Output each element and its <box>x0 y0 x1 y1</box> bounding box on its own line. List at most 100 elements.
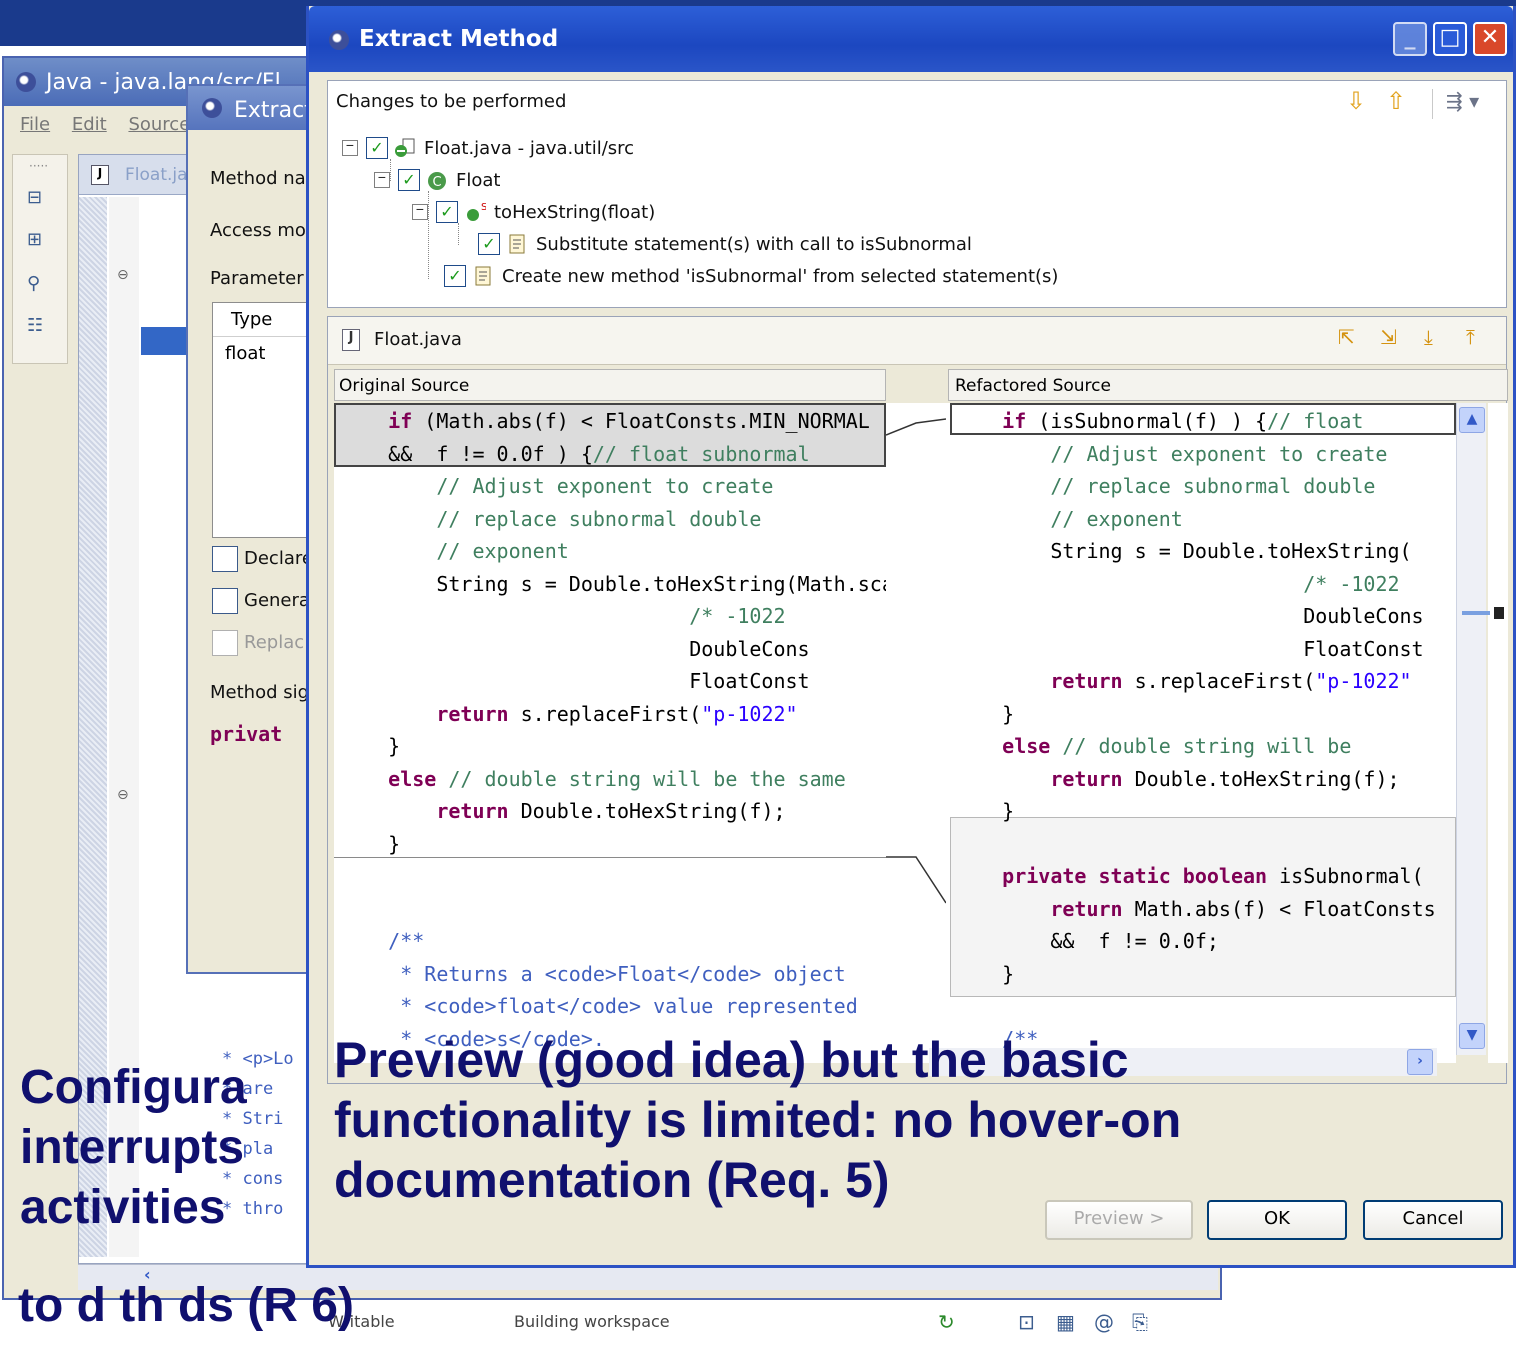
declare-label: Declare <box>244 548 313 569</box>
access-modifier-label: Access mo <box>210 220 306 241</box>
method-signature-preview: privat <box>210 722 283 746</box>
menu-source[interactable]: Source <box>128 114 190 135</box>
filter-changes-icon[interactable]: ⇶ ▾ <box>1446 89 1479 113</box>
copy-all-right-icon[interactable]: ⇲ <box>1380 325 1406 351</box>
text-change-icon <box>475 266 491 286</box>
class-icon: C <box>428 172 446 190</box>
tree-checkbox[interactable]: ✓ <box>366 137 388 159</box>
tree-item-label: Substitute statement(s) with call to isS… <box>536 233 972 255</box>
compare-header: J Float.java ⇱ ⇲ ⤓ ⤒ <box>328 317 1506 365</box>
tree-checkbox[interactable]: ✓ <box>478 233 500 255</box>
compare-pane: J Float.java ⇱ ⇲ ⤓ ⤒ Original Source Ref… <box>327 316 1508 1084</box>
tree-item-substitute[interactable]: ✓ Substitute statement(s) with call to i… <box>478 229 972 259</box>
copy-all-left-icon[interactable]: ⇱ <box>1338 325 1364 351</box>
caption-line: interrupts <box>20 1121 245 1174</box>
collapse-icon[interactable]: − <box>412 204 428 220</box>
text-change-icon <box>509 234 525 254</box>
dialog-title-bar[interactable]: Extract Method _ □ ✕ <box>309 6 1513 72</box>
compare-file-label: Float.java <box>374 329 462 350</box>
scroll-right-icon[interactable]: › <box>1407 1049 1433 1075</box>
hierarchy-icon[interactable]: ⊞ <box>27 229 49 251</box>
close-button[interactable]: ✕ <box>1473 22 1507 56</box>
next-difference-icon[interactable]: ⤓ <box>1424 325 1450 351</box>
method-name-label: Method na <box>210 168 306 189</box>
eclipse-icon <box>329 30 349 50</box>
tree-connector <box>458 223 459 245</box>
outline-icon[interactable]: ☷ <box>27 315 49 337</box>
tree-item-label: Float <box>456 169 501 191</box>
editor-tab-label: Float.ja <box>125 165 188 185</box>
eclipse-icon <box>202 98 222 118</box>
previous-difference-icon[interactable]: ⤒ <box>1466 325 1492 351</box>
call-hierarchy-icon[interactable]: ⚲ <box>27 273 49 295</box>
original-source-header: Original Source <box>334 369 886 401</box>
scroll-up-icon[interactable]: ▲ <box>1459 407 1485 433</box>
compilation-unit-icon <box>395 138 415 157</box>
package-explorer-icon[interactable]: ⊟ <box>27 187 49 209</box>
tree-item-label: Float.java - java.util/src <box>424 137 635 159</box>
chart-icon[interactable]: ▦ <box>1056 1310 1075 1334</box>
generate-checkbox[interactable] <box>212 588 238 614</box>
window-icon[interactable]: ⊡ <box>1018 1310 1035 1334</box>
maximize-button[interactable]: □ <box>1433 22 1467 56</box>
collapse-icon[interactable]: − <box>342 140 358 156</box>
collapse-icon[interactable]: − <box>374 172 390 188</box>
overview-ruler <box>1462 403 1508 1063</box>
diff-connector-lines <box>886 403 946 1063</box>
tree-connector <box>428 191 429 279</box>
changes-label: Changes to be performed <box>336 91 567 112</box>
refactored-vertical-scrollbar[interactable]: ▲ ▼ <box>1456 403 1486 1055</box>
changes-pane: Changes to be performed ⇩ ⇧ ⇶ ▾ − ✓ Floa… <box>327 80 1507 308</box>
fold-collapse-icon[interactable]: ⊖ <box>117 267 129 283</box>
sync-icon[interactable]: ↻ <box>938 1310 955 1334</box>
perspective-toolbar: ····· ⊟ ⊞ ⚲ ☷ <box>12 154 68 364</box>
original-code: if (Math.abs(f) < FloatConsts.MIN_NORMAL… <box>340 409 886 1063</box>
method-signature-label: Method sig <box>210 682 310 703</box>
generate-label: Genera <box>244 590 310 611</box>
svg-text:S: S <box>481 202 486 213</box>
fold-collapse-icon[interactable]: ⊖ <box>117 787 129 803</box>
static-method-icon: S <box>467 202 486 221</box>
tree-checkbox[interactable]: ✓ <box>436 201 458 223</box>
status-building-workspace: Building workspace <box>514 1312 670 1331</box>
tree-item-create-method[interactable]: ✓ Create new method 'isSubnormal' from s… <box>444 261 1058 291</box>
bottom-caption: to d th ds (R 6) <box>18 1279 354 1332</box>
scroll-down-icon[interactable]: ▼ <box>1459 1023 1485 1049</box>
tree-checkbox[interactable]: ✓ <box>398 169 420 191</box>
console-icon[interactable]: ⎘ <box>1132 1310 1148 1334</box>
replace-checkbox[interactable] <box>212 630 238 656</box>
caption-line: Configura <box>20 1061 247 1114</box>
java-file-icon: J <box>342 329 360 351</box>
original-source-editor[interactable]: if (Math.abs(f) < FloatConsts.MIN_NORMAL… <box>334 403 886 1063</box>
refactored-source-editor[interactable]: if (isSubnormal(f) ) {// float // Adjust… <box>946 403 1456 1063</box>
cancel-button[interactable]: Cancel <box>1363 1200 1503 1240</box>
menu-edit[interactable]: Edit <box>72 114 107 135</box>
previous-change-icon[interactable]: ⇧ <box>1386 87 1406 115</box>
tree-item-method[interactable]: − ✓ S toHexString(float) <box>412 197 655 227</box>
toolbar-grip: ····· <box>29 159 49 173</box>
parameters-label: Parameter <box>210 268 304 289</box>
caption-line: activities <box>20 1181 226 1234</box>
replace-label: Replac <box>244 632 305 653</box>
ruler-marker <box>1462 611 1490 615</box>
minimize-button[interactable]: _ <box>1393 22 1427 56</box>
caption-line: functionality is limited: no hover-on <box>334 1092 1182 1148</box>
refactored-source-header: Refactored Source <box>948 369 1508 401</box>
next-change-icon[interactable]: ⇩ <box>1346 87 1366 115</box>
tree-item-file[interactable]: − ✓ Float.java - java.util/src <box>342 133 634 163</box>
declare-checkbox[interactable] <box>212 546 238 572</box>
menu-file[interactable]: File <box>20 114 50 135</box>
tree-checkbox[interactable]: ✓ <box>444 265 466 287</box>
tree-connector <box>390 159 391 181</box>
parameter-row[interactable]: float <box>225 343 265 364</box>
at-icon[interactable]: @ <box>1094 1310 1114 1334</box>
ruler-marker <box>1494 607 1504 619</box>
svg-text:C: C <box>432 175 441 190</box>
eclipse-icon <box>16 72 36 92</box>
tree-item-class[interactable]: − ✓ C Float <box>374 165 500 195</box>
caption-line: Preview (good idea) but the basic <box>334 1032 1129 1088</box>
refactored-code: if (isSubnormal(f) ) {// float // Adjust… <box>1002 409 1436 1051</box>
ok-button[interactable]: OK <box>1207 1200 1347 1240</box>
tree-item-label: toHexString(float) <box>494 201 656 223</box>
tree-item-label: Create new method 'isSubnormal' from sel… <box>502 265 1059 287</box>
